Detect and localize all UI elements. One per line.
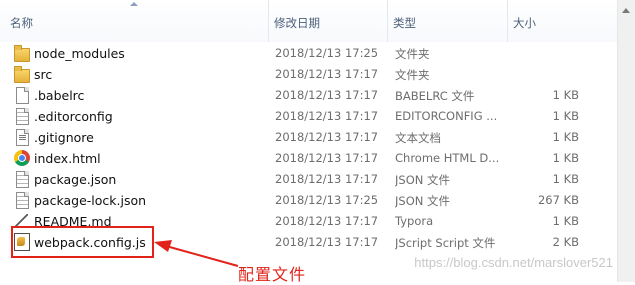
folder-icon [14, 66, 30, 83]
column-header-name-label: 名称 [10, 16, 33, 30]
file-date: 2018/12/13 17:17 [275, 235, 379, 249]
config-file-icon [16, 108, 29, 125]
sort-ascending-icon [130, 2, 138, 6]
file-size: 267 KB [537, 193, 579, 207]
file-type: Typora [395, 214, 434, 228]
vertical-scrollbar[interactable] [617, 0, 635, 282]
file-row-src[interactable]: src 2018/12/13 17:17 文件夹 [0, 64, 618, 85]
text-file-icon [16, 129, 29, 146]
file-name: .babelrc [34, 88, 85, 103]
column-header-type[interactable]: 类型 [387, 0, 507, 42]
annotation-arrow-icon [154, 240, 239, 267]
column-header-date-label: 修改日期 [274, 16, 320, 30]
file-size: 1 KB [552, 151, 579, 165]
file-type: JScript Script 文件 [395, 236, 496, 250]
file-row-index-html[interactable]: index.html 2018/12/13 17:17 Chrome HTML … [0, 148, 618, 169]
annotation-label: 配置文件 [238, 265, 307, 284]
file-row-editorconfig[interactable]: .editorconfig 2018/12/13 17:17 EDITORCON… [0, 106, 618, 127]
blank-file-icon [16, 87, 29, 104]
file-type: 文本文档 [395, 131, 441, 145]
file-name: index.html [34, 151, 101, 166]
file-size: 1 KB [552, 109, 579, 123]
file-type: BABELRC 文件 [395, 89, 475, 103]
file-size: 1 KB [552, 214, 579, 228]
file-row-node-modules[interactable]: node_modules 2018/12/13 17:25 文件夹 [0, 43, 618, 64]
watermark-text: https://blog.csdn.net/marslover521 [414, 255, 613, 270]
file-row-babelrc[interactable]: .babelrc 2018/12/13 17:17 BABELRC 文件 1 K… [0, 85, 618, 106]
file-size: 2 KB [552, 235, 579, 249]
file-date: 2018/12/13 17:25 [275, 193, 379, 207]
file-type: JSON 文件 [395, 173, 451, 187]
json-file-icon [16, 171, 29, 188]
file-size: 1 KB [552, 88, 579, 102]
folder-icon [14, 45, 30, 62]
scroll-up-icon[interactable] [622, 8, 630, 13]
column-header-name[interactable]: 名称 [0, 0, 268, 42]
file-date: 2018/12/13 17:17 [275, 151, 379, 165]
chrome-icon [14, 150, 30, 166]
file-name: package-lock.json [34, 193, 147, 208]
file-type: 文件夹 [395, 47, 430, 61]
file-date: 2018/12/13 17:17 [275, 130, 379, 144]
file-name: node_modules [34, 46, 125, 61]
annotation-highlight-box [11, 226, 154, 258]
file-type: JSON 文件 [395, 194, 451, 208]
file-row-package-lock-json[interactable]: package-lock.json 2018/12/13 17:25 JSON … [0, 190, 618, 211]
file-date: 2018/12/13 17:17 [275, 67, 379, 81]
file-name: .editorconfig [34, 109, 113, 124]
file-date: 2018/12/13 17:17 [275, 88, 379, 102]
column-header-bar: 名称 修改日期 类型 大小 [0, 0, 635, 42]
file-type: EDITORCONFIG ... [395, 109, 498, 123]
file-name: package.json [34, 172, 117, 187]
file-type: 文件夹 [395, 68, 430, 82]
file-date: 2018/12/13 17:17 [275, 109, 379, 123]
file-row-package-json[interactable]: package.json 2018/12/13 17:17 JSON 文件 1 … [0, 169, 618, 190]
file-date: 2018/12/13 17:25 [275, 46, 379, 60]
file-type: Chrome HTML D... [395, 151, 500, 165]
file-name: src [34, 67, 53, 82]
column-header-size[interactable]: 大小 [507, 0, 619, 42]
file-date: 2018/12/13 17:17 [275, 172, 379, 186]
file-row-gitignore[interactable]: .gitignore 2018/12/13 17:17 文本文档 1 KB [0, 127, 618, 148]
json-file-icon [16, 192, 29, 209]
column-header-date[interactable]: 修改日期 [268, 0, 387, 42]
column-header-size-label: 大小 [513, 16, 536, 30]
file-size: 1 KB [552, 172, 579, 186]
column-header-type-label: 类型 [393, 16, 416, 30]
file-size: 1 KB [552, 130, 579, 144]
file-date: 2018/12/13 17:17 [275, 214, 379, 228]
file-name: .gitignore [34, 130, 94, 145]
